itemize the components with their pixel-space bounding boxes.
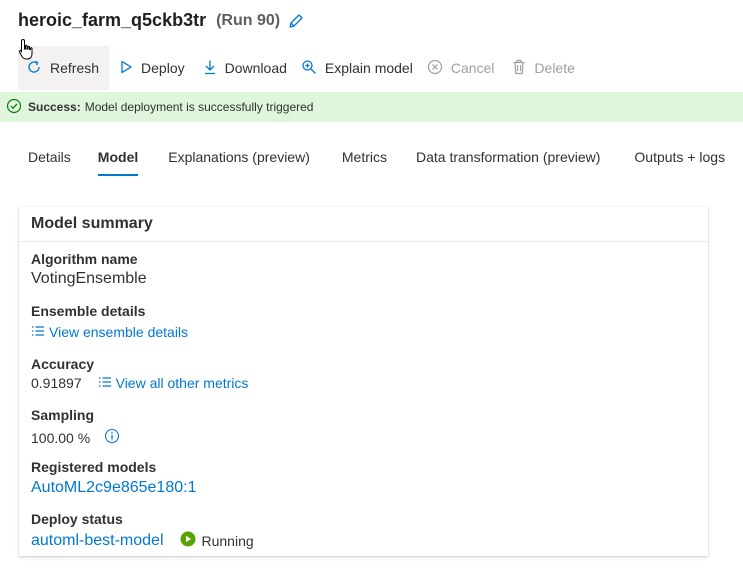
tab-details[interactable]: Details	[28, 138, 71, 176]
deploy-button[interactable]: Deploy	[111, 46, 193, 90]
cancel-icon	[427, 59, 451, 78]
download-icon	[203, 59, 225, 78]
pointer-cursor-icon	[18, 38, 36, 67]
explain-icon	[301, 59, 325, 78]
view-all-metrics-label: View all other metrics	[115, 375, 249, 391]
deploy-state: Running	[180, 531, 254, 550]
deploy-label: Deploy	[141, 60, 185, 76]
info-icon[interactable]	[104, 428, 120, 447]
ensemble-label: Ensemble details	[31, 303, 146, 319]
registered-model-link[interactable]: AutoML2c9e865e180:1	[31, 479, 196, 497]
download-label: Download	[224, 60, 287, 76]
play-icon	[119, 59, 141, 78]
run-number: (Run 90)	[216, 11, 281, 29]
banner-message: Model deployment is successfully trigger…	[84, 100, 314, 114]
banner-title: Success:	[28, 100, 81, 114]
delete-icon	[512, 59, 534, 78]
accuracy-label: Accuracy	[31, 356, 95, 372]
tab-metrics[interactable]: Metrics	[342, 138, 387, 176]
card-divider	[19, 241, 708, 242]
success-banner: Success: Model deployment is successfull…	[0, 92, 743, 122]
view-all-metrics-link[interactable]: View all other metrics	[98, 375, 249, 391]
tab-explanations[interactable]: Explanations (preview)	[168, 138, 310, 176]
delete-button[interactable]: Delete	[504, 46, 582, 90]
deploy-state-label: Running	[201, 532, 254, 549]
algorithm-value: VotingEnsemble	[31, 270, 147, 287]
deploy-status-label: Deploy status	[31, 511, 123, 527]
list-icon	[98, 375, 116, 391]
tab-bar: Details Model Explanations (preview) Met…	[28, 138, 725, 178]
accuracy-value: 0.91897	[31, 375, 82, 391]
model-summary-card: Model summary Algorithm name VotingEnsem…	[19, 207, 708, 556]
explain-model-label: Explain model	[324, 60, 413, 76]
tab-data-transformation[interactable]: Data transformation (preview)	[416, 138, 600, 176]
delete-label: Delete	[534, 60, 575, 76]
command-bar: Refresh Deploy Download Explain model Ca…	[18, 46, 583, 90]
edit-icon[interactable]	[288, 13, 304, 29]
algorithm-label: Algorithm name	[31, 251, 138, 267]
run-header: heroic_farm_q5ckb3tr (Run 90)	[18, 10, 304, 31]
view-ensemble-details-link[interactable]: View ensemble details	[31, 324, 188, 340]
check-circle-icon	[0, 98, 28, 117]
registered-models-label: Registered models	[31, 459, 157, 475]
view-ensemble-details-label: View ensemble details	[49, 324, 189, 340]
tab-model[interactable]: Model	[97, 138, 139, 176]
sampling-label: Sampling	[31, 407, 95, 423]
tab-outputs-logs[interactable]: Outputs + logs	[634, 138, 725, 176]
running-icon	[180, 531, 202, 550]
download-button[interactable]: Download	[195, 46, 295, 90]
sampling-value: 100.00 %	[31, 429, 91, 446]
deployment-link[interactable]: automl-best-model	[31, 532, 164, 550]
run-name: heroic_farm_q5ckb3tr	[18, 10, 207, 30]
cancel-label: Cancel	[450, 60, 495, 76]
refresh-label: Refresh	[50, 60, 100, 76]
list-icon	[31, 324, 49, 340]
cancel-button[interactable]: Cancel	[419, 46, 503, 90]
card-title: Model summary	[31, 215, 153, 232]
explain-model-button[interactable]: Explain model	[293, 46, 421, 90]
